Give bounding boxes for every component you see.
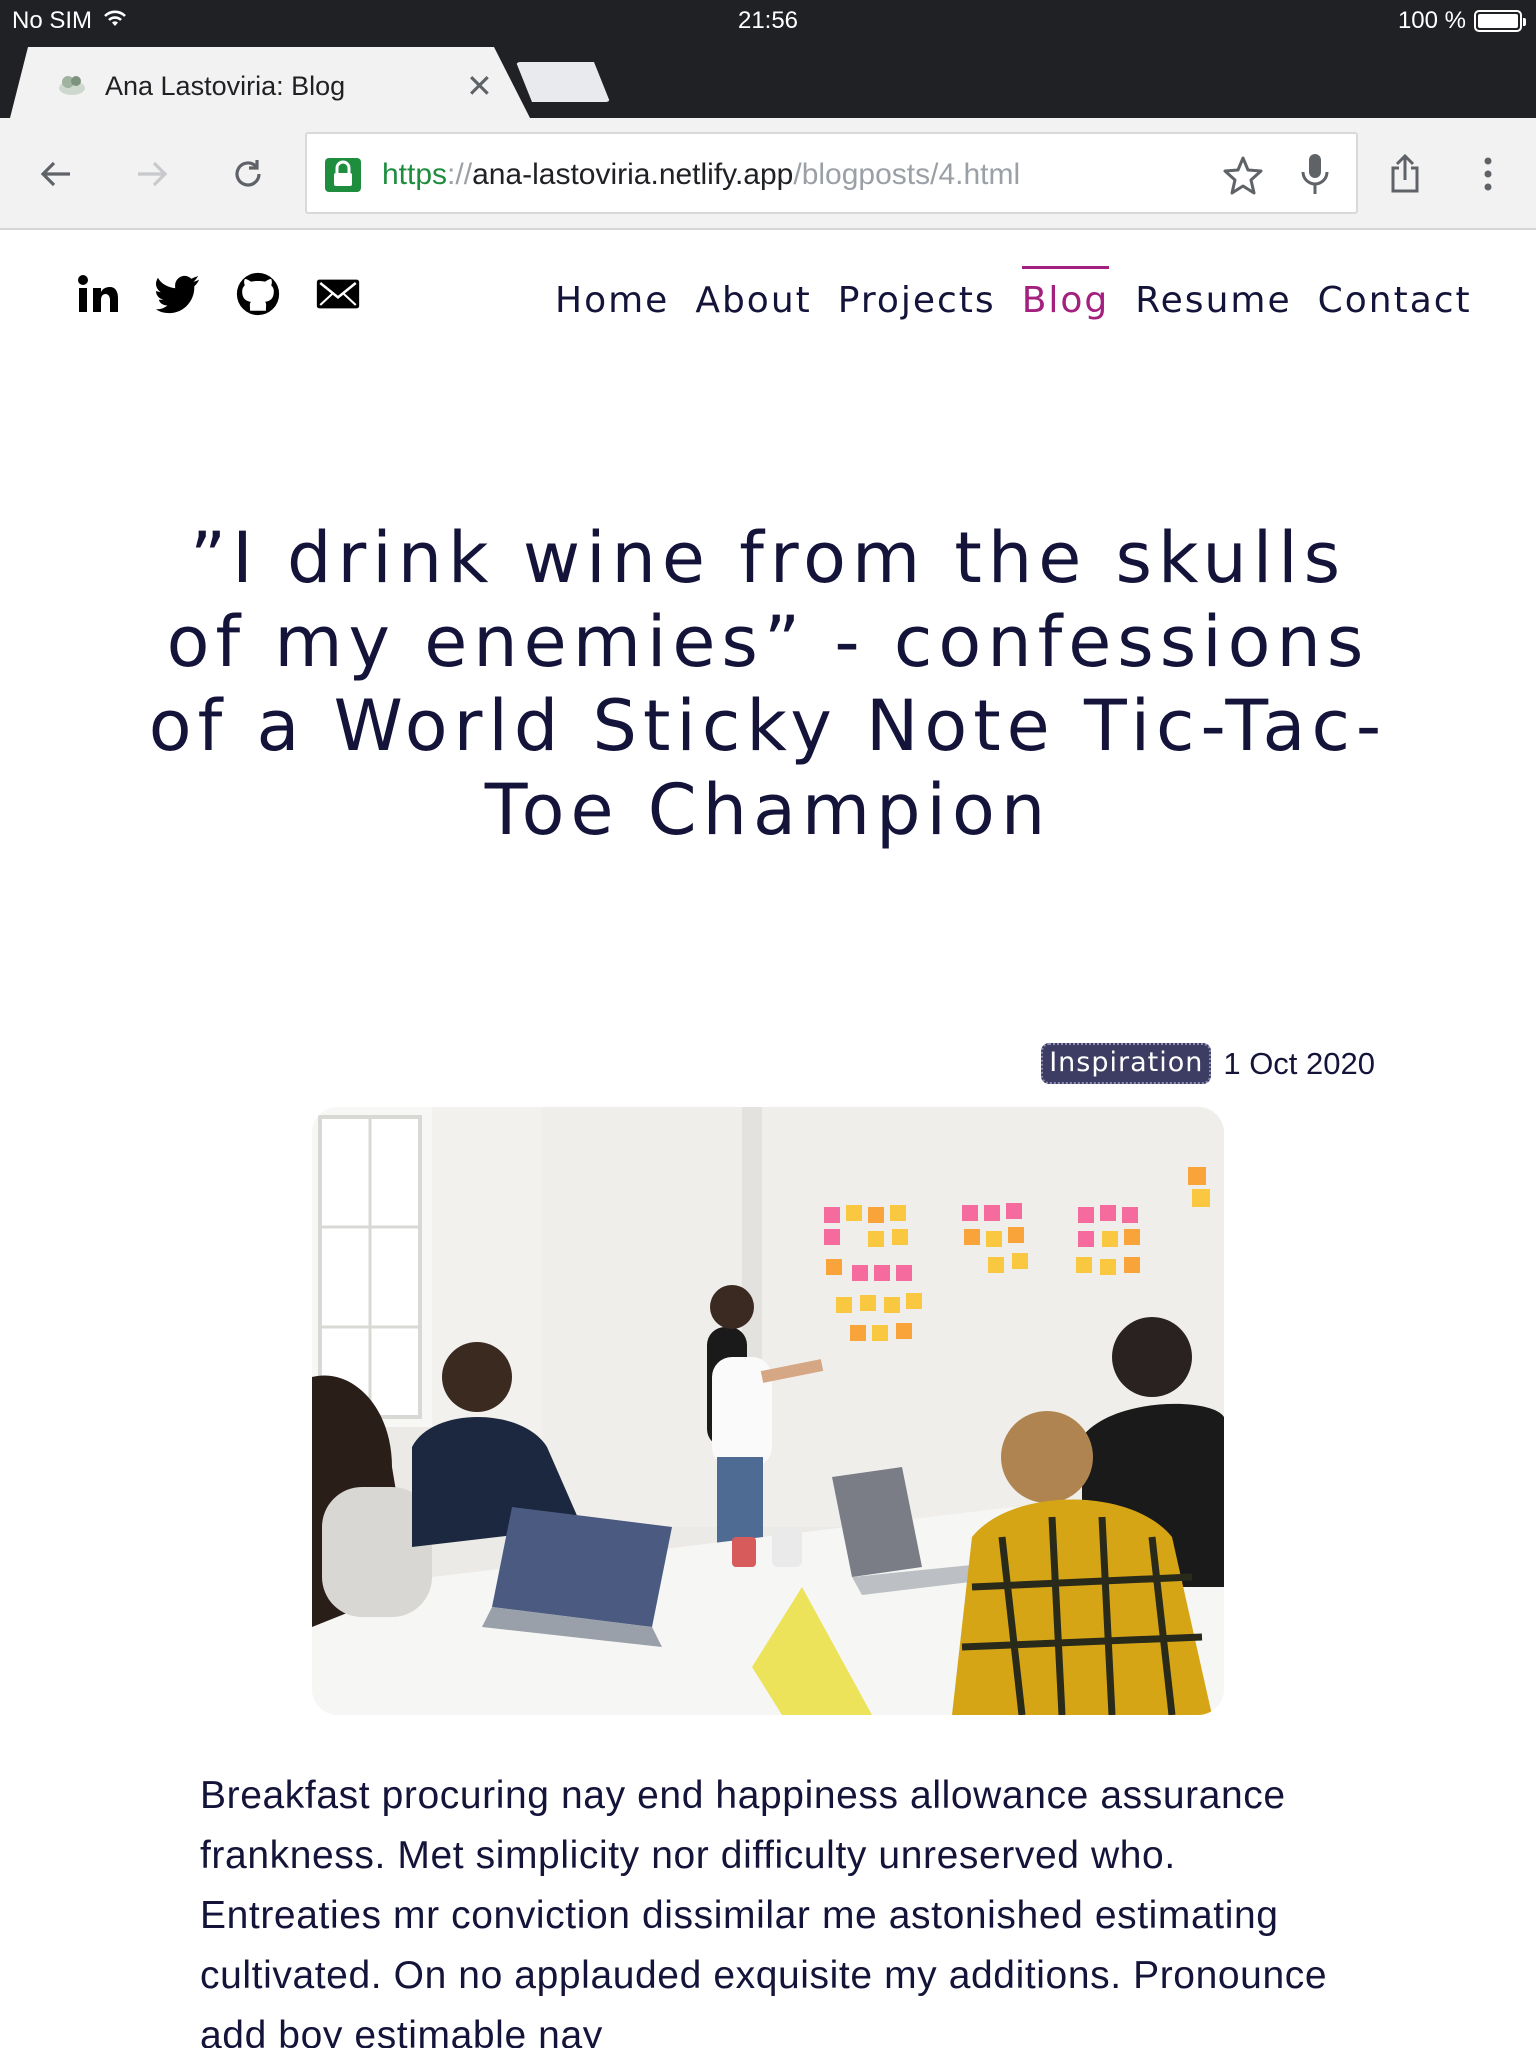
arrow-left-icon xyxy=(40,161,70,187)
post-meta: Inspiration 1 Oct 2020 xyxy=(1041,1043,1375,1084)
status-right: 100 % xyxy=(1397,7,1526,35)
arrow-right-icon xyxy=(138,161,168,187)
share-button[interactable] xyxy=(1377,146,1433,202)
battery-percent: 100 % xyxy=(1397,7,1466,34)
share-icon xyxy=(1391,154,1419,193)
nav-home[interactable]: Home xyxy=(555,280,669,321)
address-bar[interactable]: https://ana-lastoviria.netlify.app/blogp… xyxy=(305,132,1358,214)
tab-close-icon[interactable]: ✕ xyxy=(466,67,493,105)
lock-icon xyxy=(325,158,361,192)
post-title: ”I drink wine from the skulls of my enem… xyxy=(148,517,1388,851)
nav-contact[interactable]: Contact xyxy=(1318,280,1472,321)
tab-strip: Ana Lastoviria: Blog ✕ xyxy=(0,40,1536,118)
post-date: 1 Oct 2020 xyxy=(1223,1045,1375,1081)
url-text: https://ana-lastoviria.netlify.app/blogp… xyxy=(382,158,1021,191)
tab-active[interactable]: Ana Lastoviria: Blog ✕ xyxy=(10,47,530,118)
twitter-icon[interactable] xyxy=(156,270,200,318)
status-bar: No SIM 21:56 100 % xyxy=(0,0,1536,40)
nav-resume[interactable]: Resume xyxy=(1135,280,1291,321)
category-tag[interactable]: Inspiration xyxy=(1041,1043,1212,1084)
menu-button[interactable] xyxy=(1460,146,1516,202)
new-tab-button[interactable] xyxy=(516,62,610,102)
reload-icon xyxy=(235,160,261,187)
github-icon[interactable] xyxy=(236,270,280,318)
nav-projects[interactable]: Projects xyxy=(838,280,996,321)
linkedin-icon[interactable] xyxy=(76,270,120,318)
battery-icon xyxy=(1474,10,1526,32)
meeting-photo-illustration xyxy=(312,1107,1224,1715)
post-hero-image xyxy=(312,1107,1224,1715)
social-links xyxy=(76,270,360,318)
more-vert-icon xyxy=(1484,157,1492,191)
browser-toolbar: https://ana-lastoviria.netlify.app/blogp… xyxy=(0,118,1536,230)
bookmark-star-icon[interactable] xyxy=(1222,154,1264,201)
mail-icon[interactable] xyxy=(316,270,360,318)
forward-button[interactable] xyxy=(124,146,180,202)
battery-fill xyxy=(1478,14,1518,28)
tab-title: Ana Lastoviria: Blog xyxy=(105,71,346,101)
back-button[interactable] xyxy=(28,146,84,202)
nav-blog[interactable]: Blog xyxy=(1021,266,1110,321)
site-header: Home About Projects Blog Resume Contact xyxy=(0,232,1536,372)
nav-about[interactable]: About xyxy=(695,280,811,321)
microphone-icon[interactable] xyxy=(1299,152,1331,203)
site-favicon-icon xyxy=(56,70,88,98)
main-nav: Home About Projects Blog Resume Contact xyxy=(555,266,1472,321)
clock: 21:56 xyxy=(737,7,799,34)
post-body: Breakfast procuring nay end happiness al… xyxy=(200,1774,1328,2048)
reload-button[interactable] xyxy=(220,146,276,202)
